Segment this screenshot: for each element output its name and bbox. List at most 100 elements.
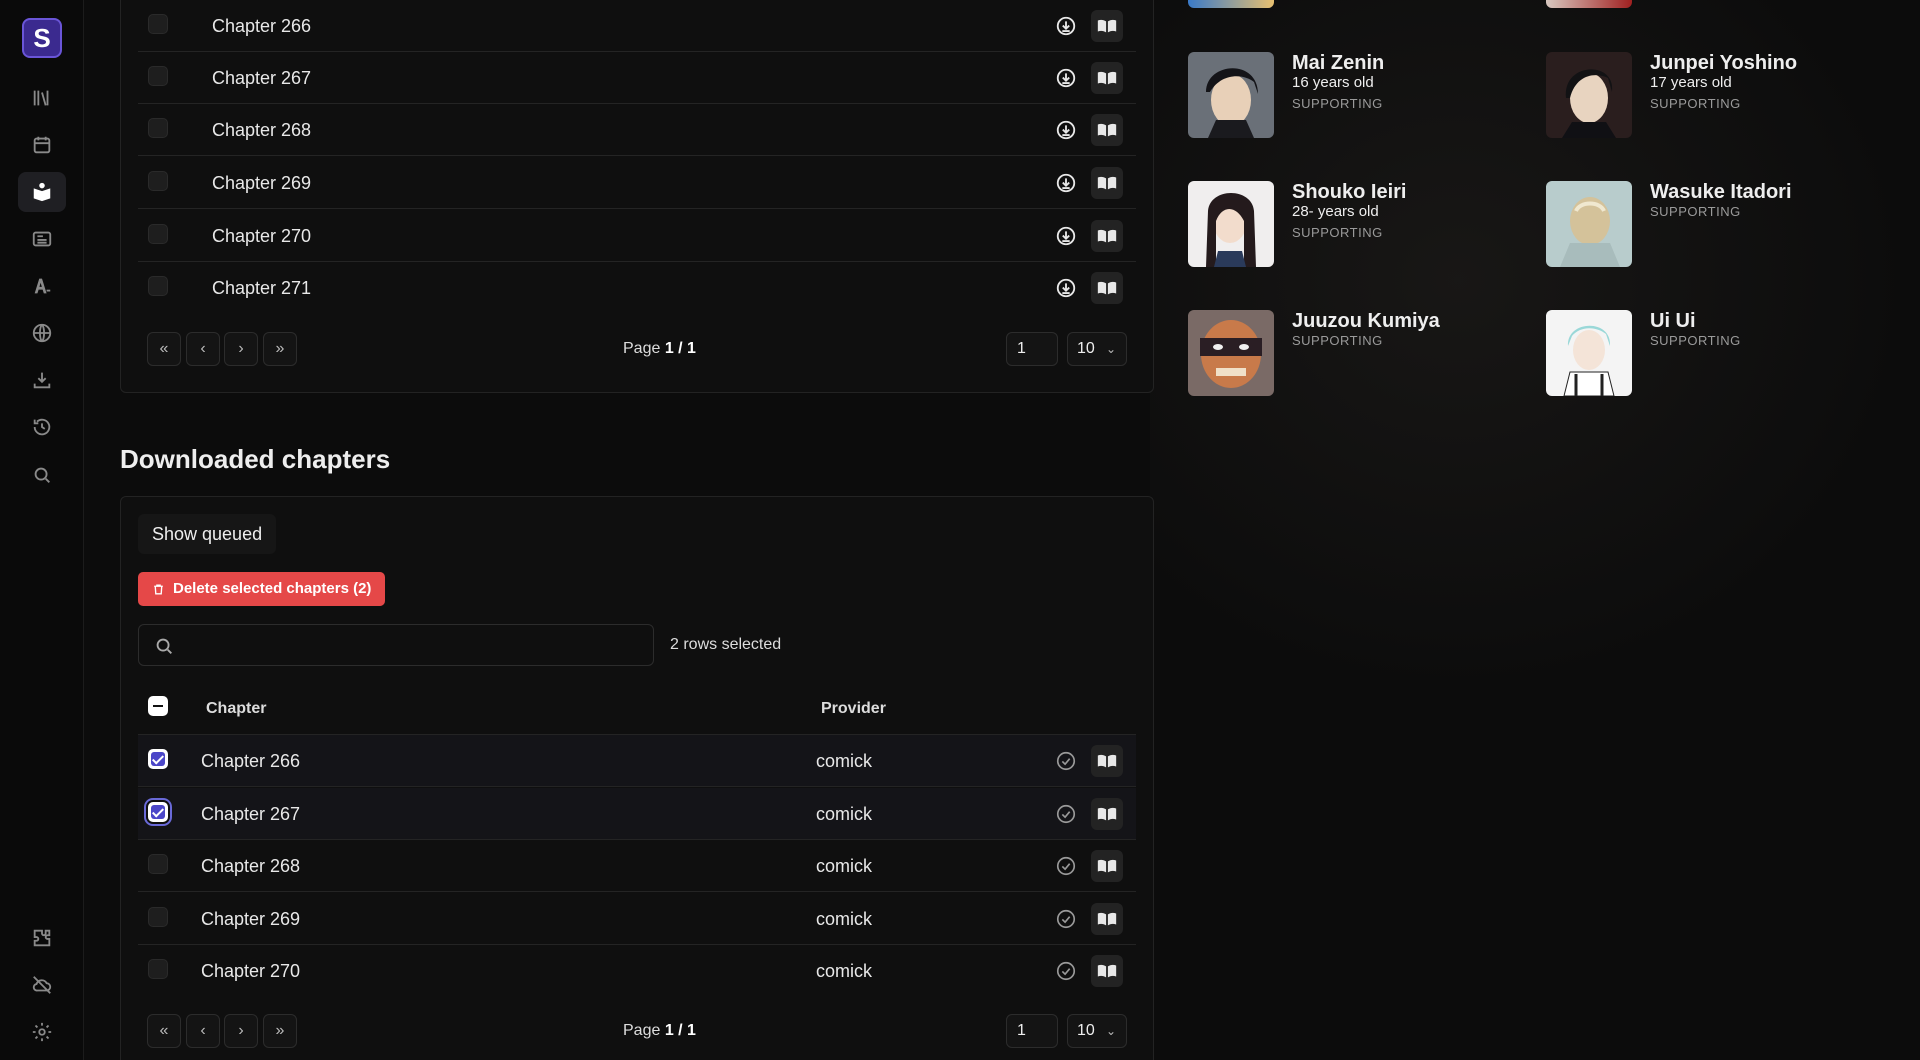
character-card[interactable]: Shouko Ieiri 28- years old SUPPORTING (1188, 181, 1528, 269)
next-page-button[interactable]: › (224, 332, 258, 366)
character-avatar (1188, 52, 1274, 138)
mark-read-icon[interactable] (1050, 745, 1082, 777)
last-page-button[interactable]: » (263, 332, 297, 366)
row-checkbox[interactable] (148, 171, 168, 191)
manga-icon[interactable] (18, 172, 66, 212)
table-row[interactable]: Chapter 266 (138, 0, 1136, 52)
download-chapter-icon[interactable] (1050, 220, 1082, 252)
table-row[interactable]: Chapter 270 (138, 210, 1136, 262)
select-all-checkbox[interactable] (148, 696, 168, 716)
column-header-provider[interactable]: Provider (821, 700, 886, 718)
delete-selected-button[interactable]: Delete selected chapters (2) (138, 572, 386, 606)
mark-read-icon[interactable] (1050, 798, 1082, 830)
character-name: Juuzou Kumiya (1292, 310, 1440, 332)
table-row[interactable]: Chapter 270 comick (138, 945, 1136, 997)
page-size-select[interactable]: 10 ⌄ (1067, 1014, 1127, 1048)
row-checkbox[interactable] (148, 224, 168, 244)
character-age: 28- years old (1292, 203, 1379, 220)
character-card[interactable]: Ui Ui SUPPORTING (1546, 310, 1886, 398)
chapter-title: Chapter 271 (212, 278, 312, 298)
read-chapter-icon[interactable] (1091, 10, 1123, 42)
character-name: Wasuke Itadori (1650, 181, 1792, 203)
chapter-title: Chapter 267 (201, 804, 301, 824)
row-checkbox[interactable] (148, 749, 168, 769)
character-card[interactable]: Junpei Yoshino 17 years old SUPPORTING (1546, 52, 1886, 140)
table-row[interactable]: Chapter 268 (138, 104, 1136, 156)
read-chapter-icon[interactable] (1091, 798, 1123, 830)
history-icon[interactable] (18, 407, 66, 447)
last-page-button[interactable]: » (263, 1014, 297, 1048)
download-chapter-icon[interactable] (1050, 62, 1082, 94)
table-row[interactable]: Chapter 267 comick (138, 788, 1136, 840)
library-icon[interactable] (18, 78, 66, 118)
read-chapter-icon[interactable] (1091, 167, 1123, 199)
table-row[interactable]: Chapter 271 (138, 262, 1136, 314)
table-row[interactable]: Chapter 268 comick (138, 840, 1136, 892)
chapter-title: Chapter 267 (212, 68, 312, 88)
mark-read-icon[interactable] (1050, 903, 1082, 935)
search-icon (156, 638, 172, 654)
table-row[interactable]: Chapter 269 (138, 157, 1136, 209)
search-field[interactable] (138, 624, 654, 666)
column-header-chapter[interactable]: Chapter (206, 700, 266, 718)
row-checkbox[interactable] (148, 959, 168, 979)
read-chapter-icon[interactable] (1091, 272, 1123, 304)
character-role: SUPPORTING (1650, 204, 1741, 219)
table-row[interactable]: Chapter 266 comick (138, 735, 1136, 787)
read-chapter-icon[interactable] (1091, 220, 1123, 252)
app-logo[interactable]: S (22, 18, 62, 58)
first-page-button[interactable]: « (147, 1014, 181, 1048)
character-age: 16 years old (1292, 74, 1374, 91)
chapter-title: Chapter 270 (201, 961, 301, 981)
calendar-icon[interactable] (18, 125, 66, 165)
row-checkbox[interactable] (148, 854, 168, 874)
character-card[interactable]: Wasuke Itadori SUPPORTING (1546, 181, 1886, 269)
row-checkbox[interactable] (148, 276, 168, 296)
page-number-input[interactable]: 1 (1006, 1014, 1058, 1048)
character-role: SUPPORTING (1292, 96, 1383, 111)
chapter-title: Chapter 270 (212, 226, 312, 246)
mark-read-icon[interactable] (1050, 850, 1082, 882)
download-chapter-icon[interactable] (1050, 272, 1082, 304)
read-chapter-icon[interactable] (1091, 62, 1123, 94)
download-chapter-icon[interactable] (1050, 114, 1082, 146)
character-card[interactable]: Juuzou Kumiya SUPPORTING (1188, 310, 1528, 398)
page-indicator: Page 1 / 1 (623, 340, 696, 357)
row-checkbox[interactable] (148, 118, 168, 138)
table-row[interactable]: Chapter 269 comick (138, 893, 1136, 945)
search-input[interactable] (183, 625, 643, 665)
cloud-off-icon[interactable] (18, 965, 66, 1005)
row-checkbox[interactable] (148, 907, 168, 927)
page-number-input[interactable]: 1 (1006, 332, 1058, 366)
character-role: SUPPORTING (1292, 333, 1383, 348)
extensions-icon[interactable] (18, 918, 66, 958)
character-card[interactable]: Mai Zenin 16 years old SUPPORTING (1188, 52, 1528, 140)
character-avatar (1546, 52, 1632, 138)
read-chapter-icon[interactable] (1091, 850, 1123, 882)
globe-icon[interactable] (18, 313, 66, 353)
character-role: SUPPORTING (1292, 225, 1383, 240)
mark-read-icon[interactable] (1050, 955, 1082, 987)
read-chapter-icon[interactable] (1091, 745, 1123, 777)
read-chapter-icon[interactable] (1091, 903, 1123, 935)
row-checkbox[interactable] (148, 66, 168, 86)
read-chapter-icon[interactable] (1091, 955, 1123, 987)
download-icon[interactable] (18, 360, 66, 400)
settings-icon[interactable] (18, 1012, 66, 1052)
show-queued-button[interactable]: Show queued (138, 514, 277, 554)
read-chapter-icon[interactable] (1091, 114, 1123, 146)
next-page-button[interactable]: › (224, 1014, 258, 1048)
table-row[interactable]: Chapter 267 (138, 52, 1136, 104)
download-chapter-icon[interactable] (1050, 10, 1082, 42)
chapter-title: Chapter 269 (212, 173, 312, 193)
row-checkbox[interactable] (148, 802, 168, 822)
news-icon[interactable] (18, 219, 66, 259)
download-chapter-icon[interactable] (1050, 167, 1082, 199)
row-checkbox[interactable] (148, 14, 168, 34)
prev-page-button[interactable]: ‹ (186, 1014, 220, 1048)
first-page-button[interactable]: « (147, 332, 181, 366)
search-icon[interactable] (18, 455, 66, 495)
prev-page-button[interactable]: ‹ (186, 332, 220, 366)
page-size-select[interactable]: 10 ⌄ (1067, 332, 1127, 366)
anilist-icon[interactable] (18, 266, 66, 306)
